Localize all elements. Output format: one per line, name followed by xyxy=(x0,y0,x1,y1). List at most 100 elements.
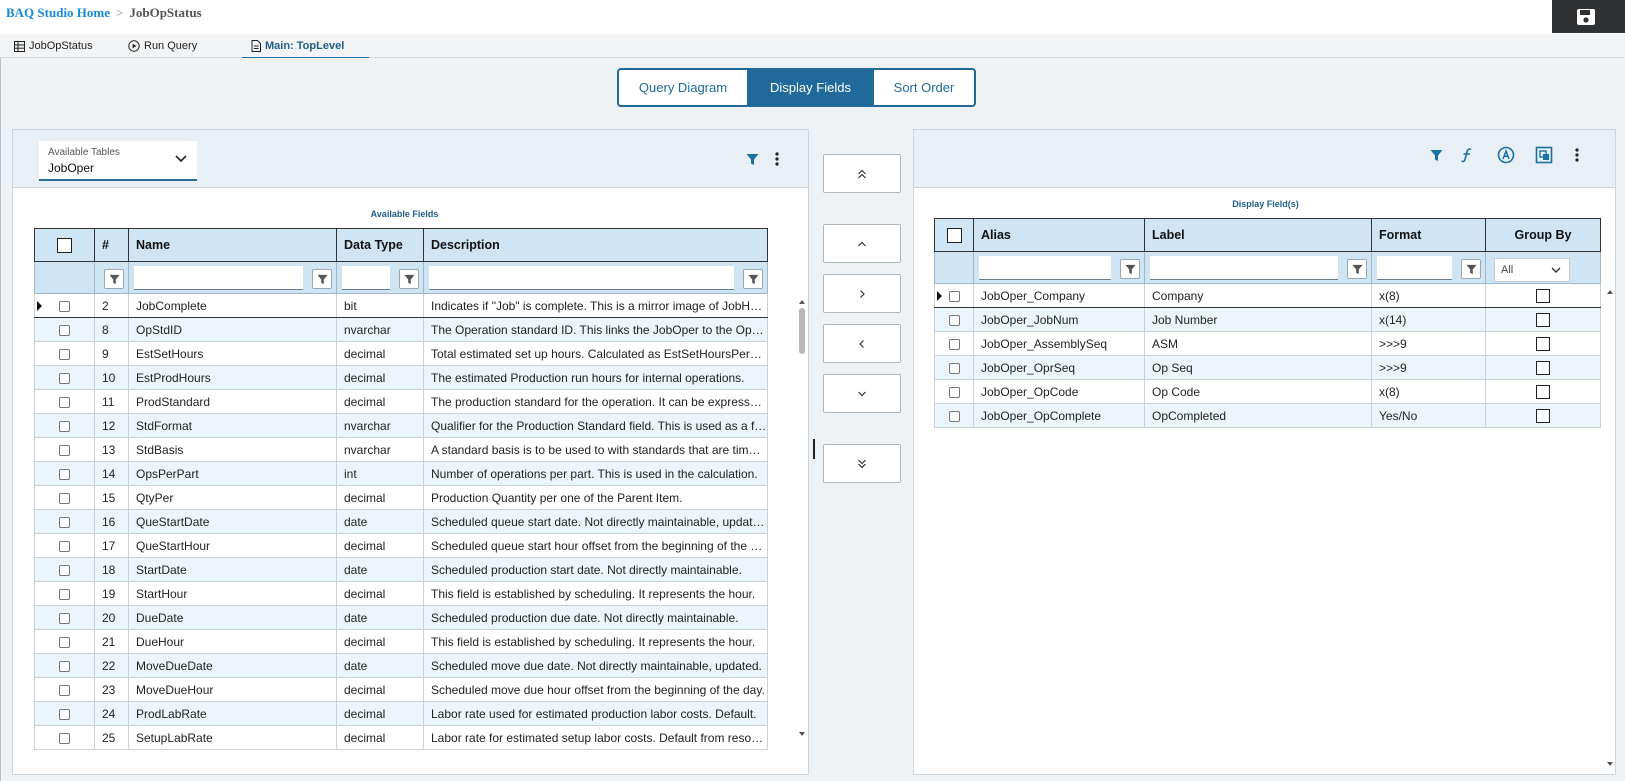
move-up-button[interactable] xyxy=(823,224,901,263)
available-grid-scrollbar[interactable] xyxy=(796,298,808,738)
name-filter-input[interactable] xyxy=(134,266,303,290)
row-checkbox[interactable] xyxy=(59,468,70,480)
column-header-description[interactable]: Description xyxy=(423,228,768,262)
group-by-checkbox[interactable] xyxy=(1536,384,1550,399)
row-checkbox[interactable] xyxy=(948,362,960,374)
tab-main-toplevel[interactable]: Main: TopLevel xyxy=(242,34,370,60)
calculated-field-button[interactable] xyxy=(1458,145,1476,165)
add-field-button[interactable] xyxy=(823,274,901,313)
tab-jobopstatus[interactable]: JobOpStatus xyxy=(14,34,93,58)
column-header-name[interactable]: Name xyxy=(128,228,337,262)
filter-button[interactable] xyxy=(1461,259,1481,279)
description-filter-input[interactable] xyxy=(429,266,734,290)
scroll-up-icon[interactable] xyxy=(796,298,808,306)
select-all-checkbox[interactable] xyxy=(946,227,962,243)
row-checkbox[interactable] xyxy=(59,516,70,528)
table-row[interactable]: 2 JobComplete bit Indicates if "Job" is com… xyxy=(34,293,768,318)
move-down-button[interactable] xyxy=(823,374,901,413)
table-row[interactable]: JobOper_OpCode Op Code x(8) xyxy=(934,379,1601,404)
table-row[interactable]: 14 OpsPerPart int Number of operations per … xyxy=(34,461,768,486)
alias-filter-input[interactable] xyxy=(979,256,1111,280)
filter-button[interactable] xyxy=(1347,259,1367,279)
group-by-filter-select[interactable]: All xyxy=(1494,258,1570,282)
row-checkbox[interactable] xyxy=(59,492,70,504)
column-header-num[interactable]: # xyxy=(94,228,129,262)
row-checkbox[interactable] xyxy=(59,372,70,384)
column-header-group-by[interactable]: Group By xyxy=(1485,218,1601,252)
available-tables-combo[interactable]: Available Tables JobOper xyxy=(39,141,197,181)
group-by-checkbox[interactable] xyxy=(1536,288,1550,303)
table-row[interactable]: 23 MoveDueHour decimal Scheduled move due h… xyxy=(34,677,768,702)
table-row[interactable]: JobOper_JobNum Job Number x(14) xyxy=(934,307,1601,332)
row-checkbox[interactable] xyxy=(59,564,70,576)
remove-field-button[interactable] xyxy=(823,324,901,363)
type-filter-input[interactable] xyxy=(342,266,390,290)
move-all-down-button[interactable] xyxy=(823,444,901,483)
row-checkbox[interactable] xyxy=(948,290,960,302)
row-checkbox[interactable] xyxy=(59,396,70,408)
table-row[interactable]: JobOper_AssemblySeq ASM >>>9 xyxy=(934,331,1601,356)
group-by-checkbox[interactable] xyxy=(1536,360,1550,375)
table-row[interactable]: 8 OpStdID nvarchar The Operation standard I… xyxy=(34,317,768,342)
filter-button[interactable] xyxy=(399,269,419,289)
scrollbar-thumb[interactable] xyxy=(799,308,805,354)
column-header-format[interactable]: Format xyxy=(1371,218,1486,252)
row-checkbox[interactable] xyxy=(948,338,960,350)
display-grid-scrollbar[interactable] xyxy=(1604,288,1616,768)
label-filter-input[interactable] xyxy=(1150,256,1338,280)
row-checkbox[interactable] xyxy=(59,588,70,600)
table-row[interactable]: 21 DueHour decimal This field is establishe… xyxy=(34,629,768,654)
filter-toggle-button[interactable] xyxy=(743,150,761,168)
move-all-up-button[interactable] xyxy=(823,154,901,193)
filter-toggle-button[interactable] xyxy=(1427,146,1445,164)
row-checkbox[interactable] xyxy=(59,708,70,720)
more-options-button[interactable] xyxy=(1570,146,1584,164)
row-checkbox[interactable] xyxy=(59,684,70,696)
row-checkbox[interactable] xyxy=(948,314,960,326)
filter-button[interactable] xyxy=(1120,259,1140,279)
scroll-down-icon[interactable] xyxy=(796,730,808,738)
table-row[interactable]: 25 SetupLabRate decimal Labor rate for esti… xyxy=(34,725,768,750)
table-row[interactable]: 24 ProdLabRate decimal Labor rate used for … xyxy=(34,701,768,726)
row-checkbox[interactable] xyxy=(59,636,70,648)
column-header-data-type[interactable]: Data Type xyxy=(336,228,424,262)
segment-sort-order[interactable]: Sort Order xyxy=(874,70,974,105)
table-row[interactable]: 9 EstSetHours decimal Total estimated set u… xyxy=(34,341,768,366)
table-row[interactable]: 17 QueStartHour decimal Scheduled queue sta… xyxy=(34,533,768,558)
alias-button[interactable] xyxy=(1496,145,1516,165)
row-checkbox[interactable] xyxy=(59,348,70,360)
table-row[interactable]: JobOper_Company Company x(8) xyxy=(934,283,1601,308)
table-row[interactable]: 19 StartHour decimal This field is establis… xyxy=(34,581,768,606)
row-checkbox[interactable] xyxy=(59,420,70,432)
row-checkbox[interactable] xyxy=(59,660,70,672)
table-row[interactable]: JobOper_OpComplete OpCompleted Yes/No xyxy=(934,403,1601,428)
row-checkbox[interactable] xyxy=(59,324,70,336)
segment-display-fields[interactable]: Display Fields xyxy=(748,70,874,105)
row-checkbox[interactable] xyxy=(59,540,70,552)
group-by-checkbox[interactable] xyxy=(1536,312,1550,327)
table-row[interactable]: 20 DueDate date Scheduled production due da… xyxy=(34,605,768,630)
row-checkbox[interactable] xyxy=(948,386,960,398)
column-header-alias[interactable]: Alias xyxy=(973,218,1145,252)
scroll-down-icon[interactable] xyxy=(1604,760,1616,768)
table-row[interactable]: 13 StdBasis nvarchar A standard basis is to… xyxy=(34,437,768,462)
segment-query-diagram[interactable]: Query Diagram xyxy=(619,70,748,105)
more-options-button[interactable] xyxy=(770,150,784,168)
table-row[interactable]: JobOper_OprSeq Op Seq >>>9 xyxy=(934,355,1601,380)
row-checkbox[interactable] xyxy=(59,732,70,744)
filter-button[interactable] xyxy=(312,269,332,289)
column-header-label[interactable]: Label xyxy=(1144,218,1372,252)
tab-run-query[interactable]: Run Query xyxy=(128,34,197,58)
table-row[interactable]: 22 MoveDueDate date Scheduled move due date… xyxy=(34,653,768,678)
group-by-checkbox[interactable] xyxy=(1536,408,1550,423)
filter-button[interactable] xyxy=(104,269,124,289)
table-row[interactable]: 10 EstProdHours decimal The estimated Produ… xyxy=(34,365,768,390)
scroll-up-icon[interactable] xyxy=(1604,288,1616,296)
save-button[interactable] xyxy=(1552,0,1625,33)
breadcrumb-home-link[interactable]: BAQ Studio Home xyxy=(6,5,110,20)
filter-button[interactable] xyxy=(743,269,763,289)
table-row[interactable]: 12 StdFormat nvarchar Qualifier for the Pro… xyxy=(34,413,768,438)
row-checkbox[interactable] xyxy=(59,300,70,312)
table-row[interactable]: 15 QtyPer decimal Production Quantity per o… xyxy=(34,485,768,510)
table-row[interactable]: 18 StartDate date Scheduled production star… xyxy=(34,557,768,582)
